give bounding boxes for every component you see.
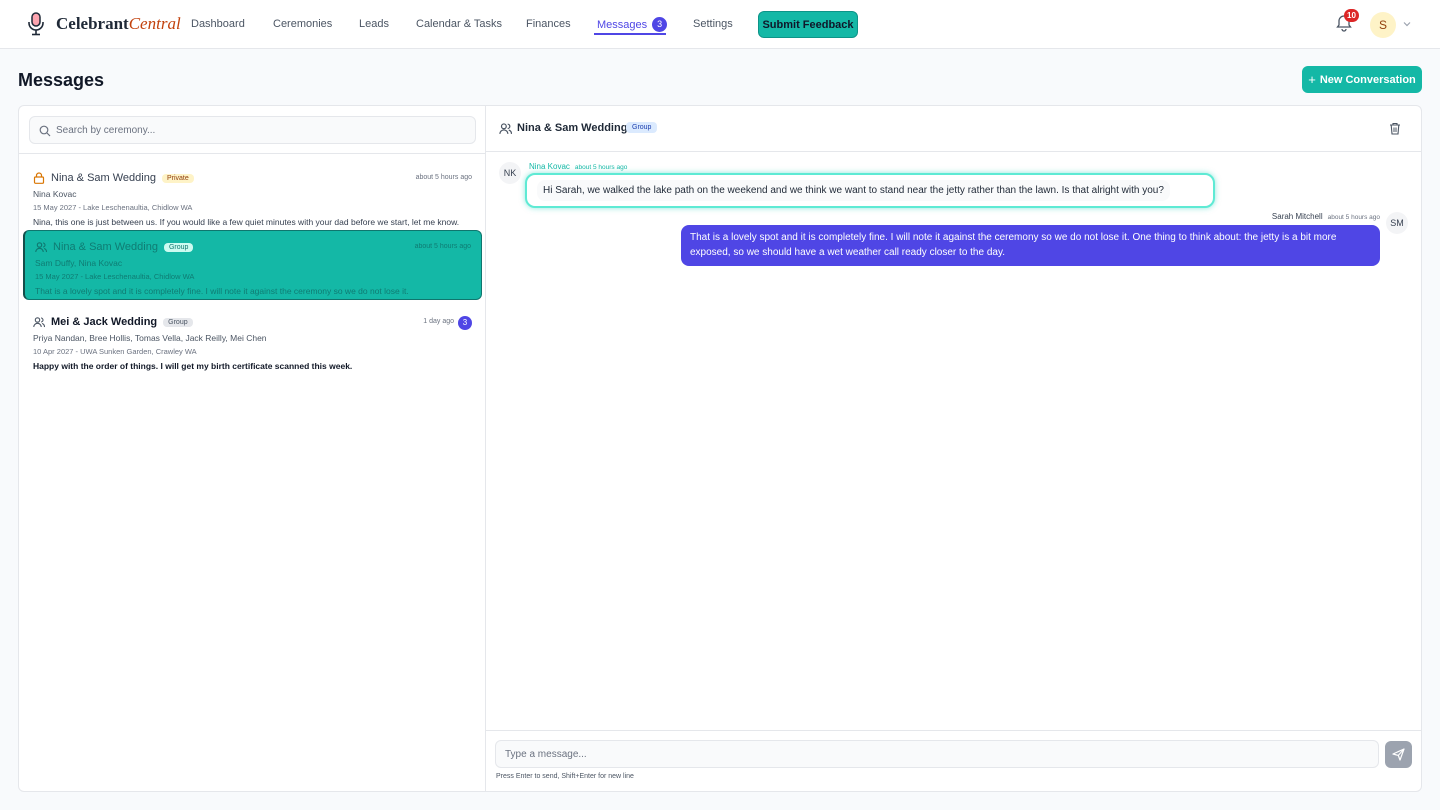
conversation-time: 1 day ago (423, 318, 454, 325)
chat-title: Nina & Sam Wedding (517, 122, 628, 134)
brand-name: CelebrantCentral (56, 14, 181, 33)
nav-finances[interactable]: Finances (526, 18, 571, 30)
conversation-preview: That is a lovely spot and it is complete… (35, 286, 409, 296)
nav-calendar-tasks[interactable]: Calendar & Tasks (416, 18, 502, 30)
nav-dashboard[interactable]: Dashboard (191, 18, 245, 30)
user-avatar[interactable]: S (1370, 12, 1396, 38)
message-time: about 5 hours ago (1327, 214, 1380, 221)
send-button[interactable] (1385, 741, 1412, 768)
conversation-time: about 5 hours ago (415, 174, 472, 181)
nav-leads[interactable]: Leads (359, 18, 389, 30)
send-icon (1392, 748, 1405, 761)
unread-count-badge: 3 (458, 316, 472, 330)
conversation-time: about 5 hours ago (414, 243, 471, 250)
messages-panel: Nina & Sam Wedding Private about 5 hours… (18, 105, 1422, 792)
chevron-down-icon[interactable] (1402, 19, 1412, 29)
plus-icon: + (1308, 72, 1316, 87)
conversation-list-pane: Nina & Sam Wedding Private about 5 hours… (19, 106, 486, 791)
message-composer (495, 740, 1379, 768)
divider (19, 153, 486, 154)
conversation-meta: 15 May 2027 - Lake Leschenaultia, Chidlo… (35, 272, 195, 281)
message-input[interactable] (505, 741, 1365, 767)
brand-logo[interactable]: CelebrantCentral (26, 12, 181, 36)
users-icon (499, 123, 512, 135)
conversation-title: Nina & Sam Wedding (51, 172, 156, 184)
message-text: Hi Sarah, we walked the lake path on the… (537, 180, 1170, 201)
search-box (29, 116, 476, 144)
message-sender: Sarah Mitchell about 5 hours ago (1272, 212, 1380, 221)
sender-avatar: NK (499, 162, 521, 184)
microphone-icon (28, 12, 44, 36)
conversation-item[interactable]: Mei & Jack Wedding Group 1 day ago 3 Pri… (23, 306, 482, 374)
conversation-title: Mei & Jack Wedding (51, 316, 158, 328)
notification-count-badge: 10 (1344, 9, 1359, 22)
conversation-members: Sam Duffy, Nina Kovac (35, 258, 123, 268)
incoming-message-bubble[interactable]: Hi Sarah, we walked the lake path on the… (525, 173, 1215, 208)
message-sender: Nina Kovac about 5 hours ago (529, 162, 627, 171)
message-time: about 5 hours ago (574, 164, 628, 171)
nav-messages-badge: 3 (652, 17, 668, 32)
nav-messages-label: Messages (597, 19, 648, 31)
nav-settings[interactable]: Settings (693, 18, 733, 30)
group-tag: Group (163, 317, 193, 327)
conversation-meta: 15 May 2027 - Lake Leschenaultia, Chidlo… (33, 203, 193, 212)
lock-icon (33, 172, 45, 184)
group-tag: Group (163, 242, 194, 252)
new-conversation-label: New Conversation (1319, 73, 1416, 86)
users-icon (35, 242, 47, 253)
conversation-title: Nina & Sam Wedding (53, 241, 158, 253)
conversation-preview: Nina, this one is just between us. If yo… (33, 217, 460, 227)
conversation-item[interactable]: Nina & Sam Wedding Private about 5 hours… (23, 162, 482, 230)
private-tag: Private (161, 173, 194, 183)
conversation-item-selected[interactable]: Nina & Sam Wedding Group about 5 hours a… (23, 230, 482, 300)
group-tag: Group (626, 122, 658, 133)
sender-name: Nina Kovac (529, 162, 570, 171)
submit-feedback-button[interactable]: Submit Feedback (758, 11, 858, 38)
search-icon (39, 125, 51, 137)
chat-header: Nina & Sam Wedding Group (486, 106, 1421, 152)
composer-hint: Press Enter to send, Shift+Enter for new… (496, 773, 634, 780)
nav-ceremonies[interactable]: Ceremonies (273, 18, 332, 30)
new-conversation-button[interactable]: + New Conversation (1302, 66, 1422, 93)
divider (486, 730, 1421, 731)
page-title: Messages (18, 70, 105, 90)
search-input[interactable] (56, 117, 466, 143)
sender-avatar: SM (1386, 212, 1408, 234)
nav-messages[interactable]: Messages 3 (597, 17, 668, 32)
conversation-members: Priya Nandan, Bree Hollis, Tomas Vella, … (33, 333, 267, 343)
trash-icon[interactable] (1389, 122, 1401, 135)
conversation-meta: 10 Apr 2027 - UWA Sunken Garden, Crawley… (33, 347, 197, 356)
chat-pane: Nina & Sam Wedding Group NK Nina Kovac ab… (486, 106, 1421, 791)
outgoing-message-bubble[interactable]: That is a lovely spot and it is complete… (681, 225, 1380, 266)
conversation-members: Nina Kovac (33, 189, 77, 199)
sender-name: Sarah Mitchell (1271, 212, 1323, 221)
active-nav-indicator (594, 33, 666, 35)
top-navbar: CelebrantCentral Dashboard Ceremonies Le… (0, 0, 1440, 49)
users-icon (33, 317, 45, 328)
conversation-preview: Happy with the order of things. I will g… (33, 361, 353, 371)
